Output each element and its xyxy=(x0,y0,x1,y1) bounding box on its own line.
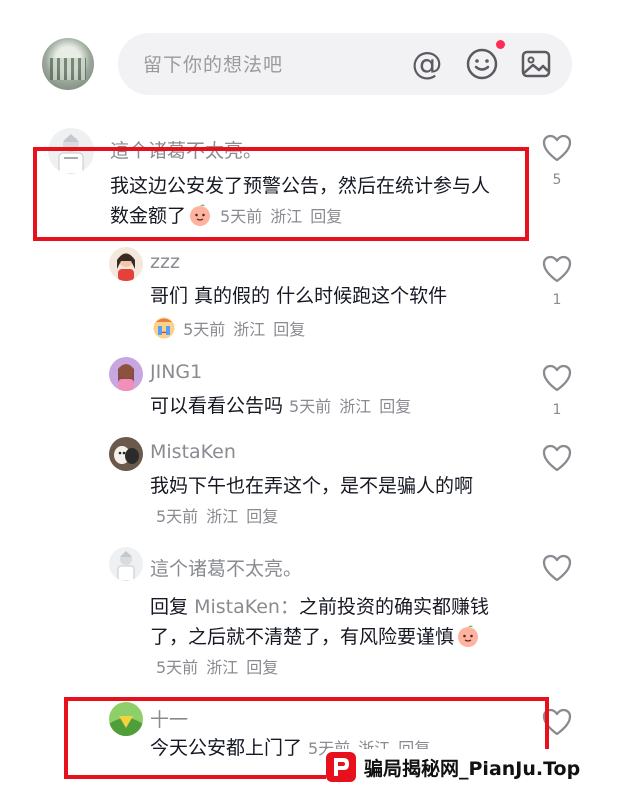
comment-location: 浙江 xyxy=(233,320,266,339)
comment-time: 5天前 xyxy=(156,658,199,677)
watermark: 骗局揭秘网_PianJu.Top xyxy=(326,749,591,785)
comment-location: 浙江 xyxy=(206,507,239,526)
watermark-text: 骗局揭秘网_PianJu.Top xyxy=(364,757,581,780)
comment-location: 浙江 xyxy=(206,658,239,677)
like-heart-icon[interactable] xyxy=(542,134,572,162)
comment-author[interactable]: 這个诸葛不太亮。 xyxy=(150,554,302,581)
reply-button[interactable]: 回复 xyxy=(379,397,411,416)
comment-author[interactable]: zzz xyxy=(150,251,180,273)
crying-face-sticker xyxy=(153,317,175,339)
comment-author[interactable]: JING1 xyxy=(150,361,202,383)
comment-text: 回复 MistaKen：之前投资的确实都赚钱了，之后就不清楚了，有风险要谨慎5天… xyxy=(150,596,489,677)
comment-input-placeholder[interactable]: 留下你的想法吧 xyxy=(143,50,283,77)
like-count: 1 xyxy=(552,292,562,308)
like-heart-icon[interactable] xyxy=(542,364,572,392)
current-user-avatar[interactable] xyxy=(42,38,94,90)
reply-prefix: 回复 xyxy=(150,596,189,618)
like-heart-icon[interactable] xyxy=(542,255,572,283)
watermark-logo-icon xyxy=(326,752,356,782)
avatar[interactable] xyxy=(109,357,143,391)
reply-button[interactable]: 回复 xyxy=(246,507,278,526)
avatar[interactable] xyxy=(109,247,143,281)
like-count: 1 xyxy=(552,402,562,418)
reply-to-user[interactable]: MistaKen： xyxy=(194,596,299,618)
avatar[interactable] xyxy=(109,547,143,581)
comment-time: 5天前 xyxy=(289,397,332,416)
like-count: 5 xyxy=(552,172,562,188)
like-heart-icon[interactable] xyxy=(542,444,572,472)
comment-text: 可以看看公告吗 5天前 浙江 回复 xyxy=(150,395,412,417)
peach-face-sticker xyxy=(458,625,479,647)
comment-text: 哥们 真的假的 什么时候跑这个软件 xyxy=(150,285,448,307)
comment-meta: 5天前 浙江 回复 xyxy=(150,316,313,340)
comment-time: 5天前 xyxy=(156,507,199,526)
emoji-icon[interactable] xyxy=(464,46,500,82)
comment-location: 浙江 xyxy=(339,397,372,416)
like-heart-icon[interactable] xyxy=(542,554,572,582)
comment-author[interactable]: MistaKen xyxy=(150,441,236,463)
reply-button[interactable]: 回复 xyxy=(273,320,305,339)
reply-button[interactable]: 回复 xyxy=(246,658,278,677)
comment-time: 5天前 xyxy=(183,320,226,339)
image-picker-icon[interactable] xyxy=(518,46,554,82)
emoji-notification-dot xyxy=(496,40,505,49)
avatar[interactable] xyxy=(109,437,143,471)
comment-text: 我妈下午也在弄这个，是不是骗人的啊5天前 浙江 回复 xyxy=(150,475,474,526)
mention-at-icon[interactable]: @ xyxy=(409,46,445,82)
highlight-box xyxy=(33,147,529,241)
